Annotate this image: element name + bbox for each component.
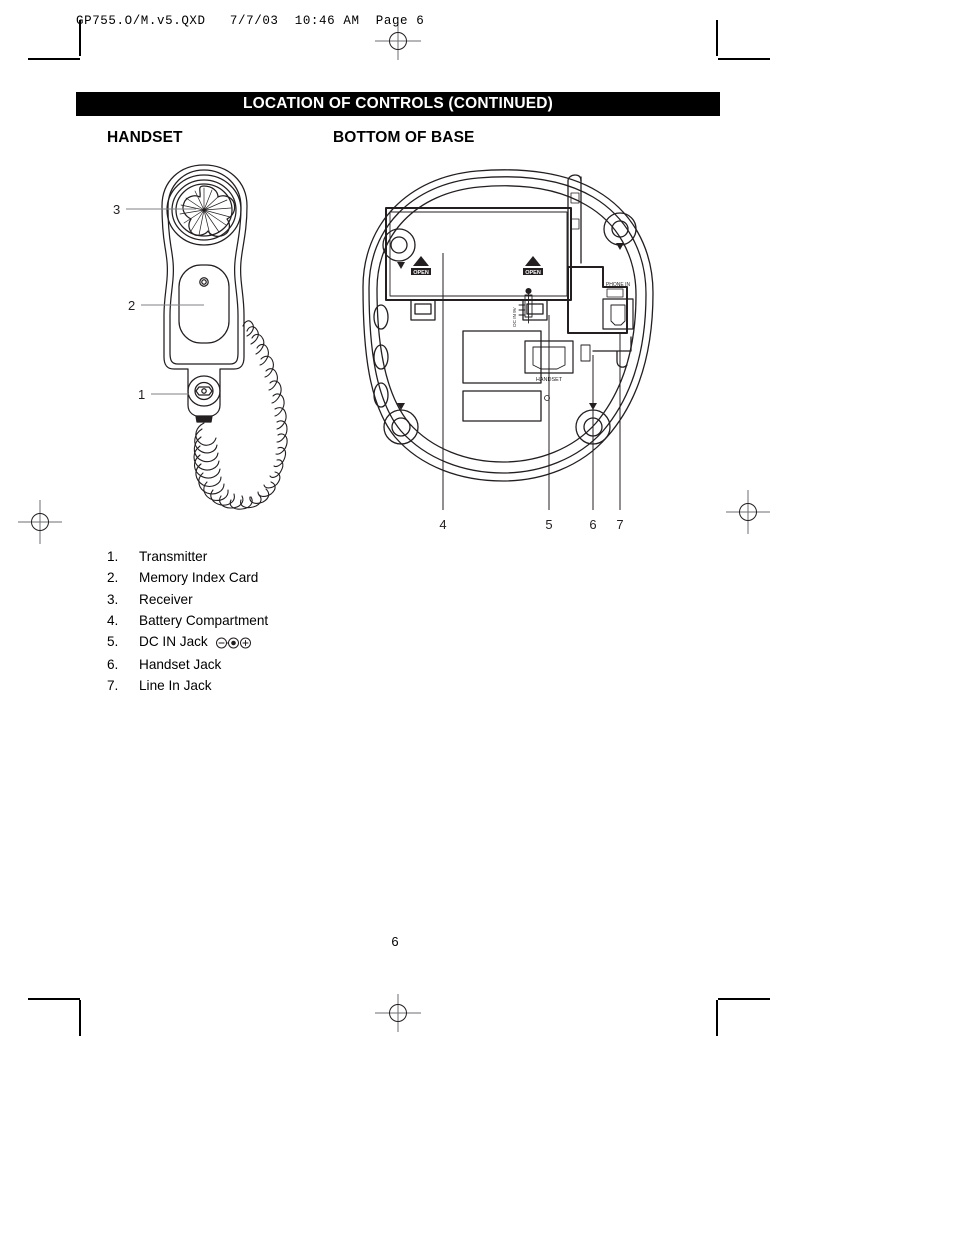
legend-number-7: 7. <box>107 678 119 694</box>
handset-callout-3: 3 <box>113 202 120 217</box>
open-arrow-left-group: OPEN <box>411 256 431 276</box>
base-bottom-diagram: OPEN OPEN HANDSET PHONE IN DC IN 9V 4 5 <box>335 155 695 545</box>
open-label-left: OPEN <box>413 270 429 276</box>
open-label-right: OPEN <box>525 270 541 276</box>
legend-item-2: 2. Memory Index Card <box>107 570 487 591</box>
legend-label-2: Memory Index Card <box>139 570 259 586</box>
legend-number-3: 3. <box>107 591 119 607</box>
crop-mark-top-left-horizontal <box>28 58 80 60</box>
legend-label-1: Transmitter <box>139 549 208 564</box>
legend-label-3: Receiver <box>139 591 193 607</box>
legend-item-6: 6. Handset Jack <box>107 657 487 678</box>
legend-item-5: 5. DC IN Jack <box>107 634 487 657</box>
handset-section-heading: HANDSET <box>107 129 183 146</box>
crop-mark-bottom-right-vertical <box>716 1000 718 1036</box>
registration-mark-left <box>17 499 63 545</box>
crop-mark-bottom-right-horizontal <box>718 998 770 1000</box>
print-file-header: GP755.O/M.v5.QXD 7/7/03 10:46 AM Page 6 <box>76 14 425 28</box>
legend-number-2: 2. <box>107 570 119 586</box>
dc-in-jack-label: DC IN 9V <box>512 306 517 326</box>
registration-mark-bottom <box>375 990 421 1036</box>
line-in-jack-label: PHONE IN <box>606 282 631 288</box>
document-page: GP755.O/M.v5.QXD 7/7/03 10:46 AM Page 6 … <box>0 0 954 1235</box>
open-arrow-right-group: OPEN <box>523 256 543 276</box>
base-callout-4: 4 <box>439 517 446 532</box>
legend-number-1: 1. <box>107 549 119 564</box>
dc-polarity-symbol-icon <box>215 634 252 649</box>
legend-number-5: 5. <box>107 634 119 650</box>
page-title: LOCATION OF CONTROLS (CONTINUED) <box>76 92 720 116</box>
crop-mark-top-right-horizontal <box>718 58 770 60</box>
legend-label-7: Line In Jack <box>139 678 212 694</box>
legend-label-5: DC IN Jack <box>139 634 208 650</box>
legend-item-1: 1. Transmitter <box>107 549 487 570</box>
legend-item-7: 7. Line In Jack <box>107 678 487 699</box>
legend-item-4: 4. Battery Compartment <box>107 613 487 634</box>
registration-mark-right <box>725 489 771 535</box>
legend-number-6: 6. <box>107 657 119 673</box>
legend-label-6: Handset Jack <box>139 657 222 673</box>
crop-mark-bottom-left-horizontal <box>28 998 80 1000</box>
handset-diagram: 3 2 1 <box>100 155 315 545</box>
legend-label-4: Battery Compartment <box>139 612 269 628</box>
crop-mark-bottom-left-vertical <box>79 1000 81 1036</box>
legend-number-4: 4. <box>107 612 119 628</box>
base-section-heading: BOTTOM OF BASE <box>333 129 475 146</box>
base-callout-7: 7 <box>616 517 623 532</box>
base-callout-5: 5 <box>545 517 552 532</box>
crop-mark-top-right-vertical <box>716 20 718 56</box>
handset-callout-2: 2 <box>128 298 135 313</box>
page-number: 6 <box>391 934 399 949</box>
handset-callout-1: 1 <box>138 387 145 402</box>
controls-legend-list: 1. Transmitter 2. Memory Index Card 3. R… <box>107 549 487 700</box>
legend-item-3: 3. Receiver <box>107 592 487 613</box>
base-callout-6: 6 <box>589 517 596 532</box>
